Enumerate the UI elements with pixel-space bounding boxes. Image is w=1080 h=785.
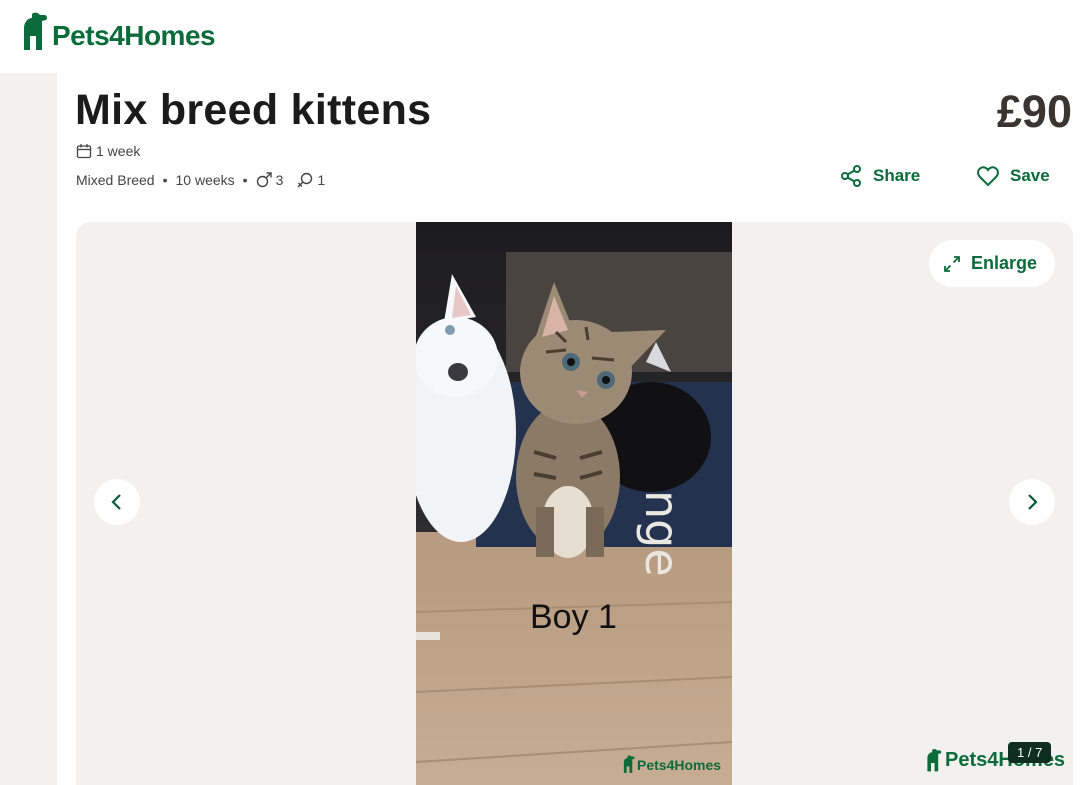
heart-icon — [977, 166, 999, 187]
listing-price: £90 — [996, 86, 1072, 137]
share-icon — [841, 165, 861, 187]
details-row: Mixed Breed • 10 weeks • 3 1 — [76, 172, 325, 188]
save-label: Save — [1010, 166, 1050, 185]
logo-text: Pets4Homes — [52, 20, 216, 51]
separator-dot: • — [162, 172, 168, 188]
listing-title: Mix breed kittens — [75, 86, 432, 134]
photo-counter: 1 / 7 — [1008, 742, 1052, 763]
watermark-dog-icon — [927, 748, 942, 772]
top-bar: Pets4Homes — [0, 0, 1080, 73]
save-button[interactable]: Save — [976, 164, 1050, 188]
chevron-right-icon — [1028, 494, 1038, 510]
photo-caption: Boy 1 — [530, 598, 617, 636]
kitten-photo-image: nge — [416, 222, 732, 785]
enlarge-label: Enlarge — [970, 253, 1037, 273]
chevron-left-icon — [111, 494, 121, 510]
photo-gallery: nge Boy 1 Pets4Homes Enlarge Pets4Homes … — [76, 222, 1073, 785]
male-count: 3 — [275, 172, 284, 188]
expand-icon — [944, 255, 960, 272]
svg-text:nge: nge — [635, 490, 689, 577]
watermark-dog-icon — [623, 755, 635, 773]
male-icon — [256, 172, 272, 188]
posted-row: 1 week — [76, 143, 140, 159]
posted-age: 1 week — [96, 143, 141, 159]
enlarge-button[interactable]: Enlarge — [928, 240, 1055, 287]
photo-watermark-text: Pets4Homes — [637, 757, 722, 773]
share-button[interactable]: Share — [839, 164, 920, 188]
next-photo-button[interactable] — [1009, 479, 1055, 525]
left-margin-panel — [0, 73, 57, 785]
separator-dot: • — [242, 172, 248, 188]
female-icon — [297, 172, 313, 188]
kitten-photo[interactable]: nge Boy 1 Pets4Homes — [416, 222, 732, 785]
breed-text: Mixed Breed — [76, 172, 155, 188]
calendar-icon — [76, 144, 92, 159]
photo-watermark: Pets4Homes — [622, 755, 721, 773]
previous-photo-button[interactable] — [94, 479, 140, 525]
female-count: 1 — [317, 172, 326, 188]
share-label: Share — [873, 166, 921, 185]
logo-dog-icon — [24, 12, 48, 50]
site-logo[interactable]: Pets4Homes — [20, 12, 216, 51]
age-text: 10 weeks — [175, 172, 235, 188]
